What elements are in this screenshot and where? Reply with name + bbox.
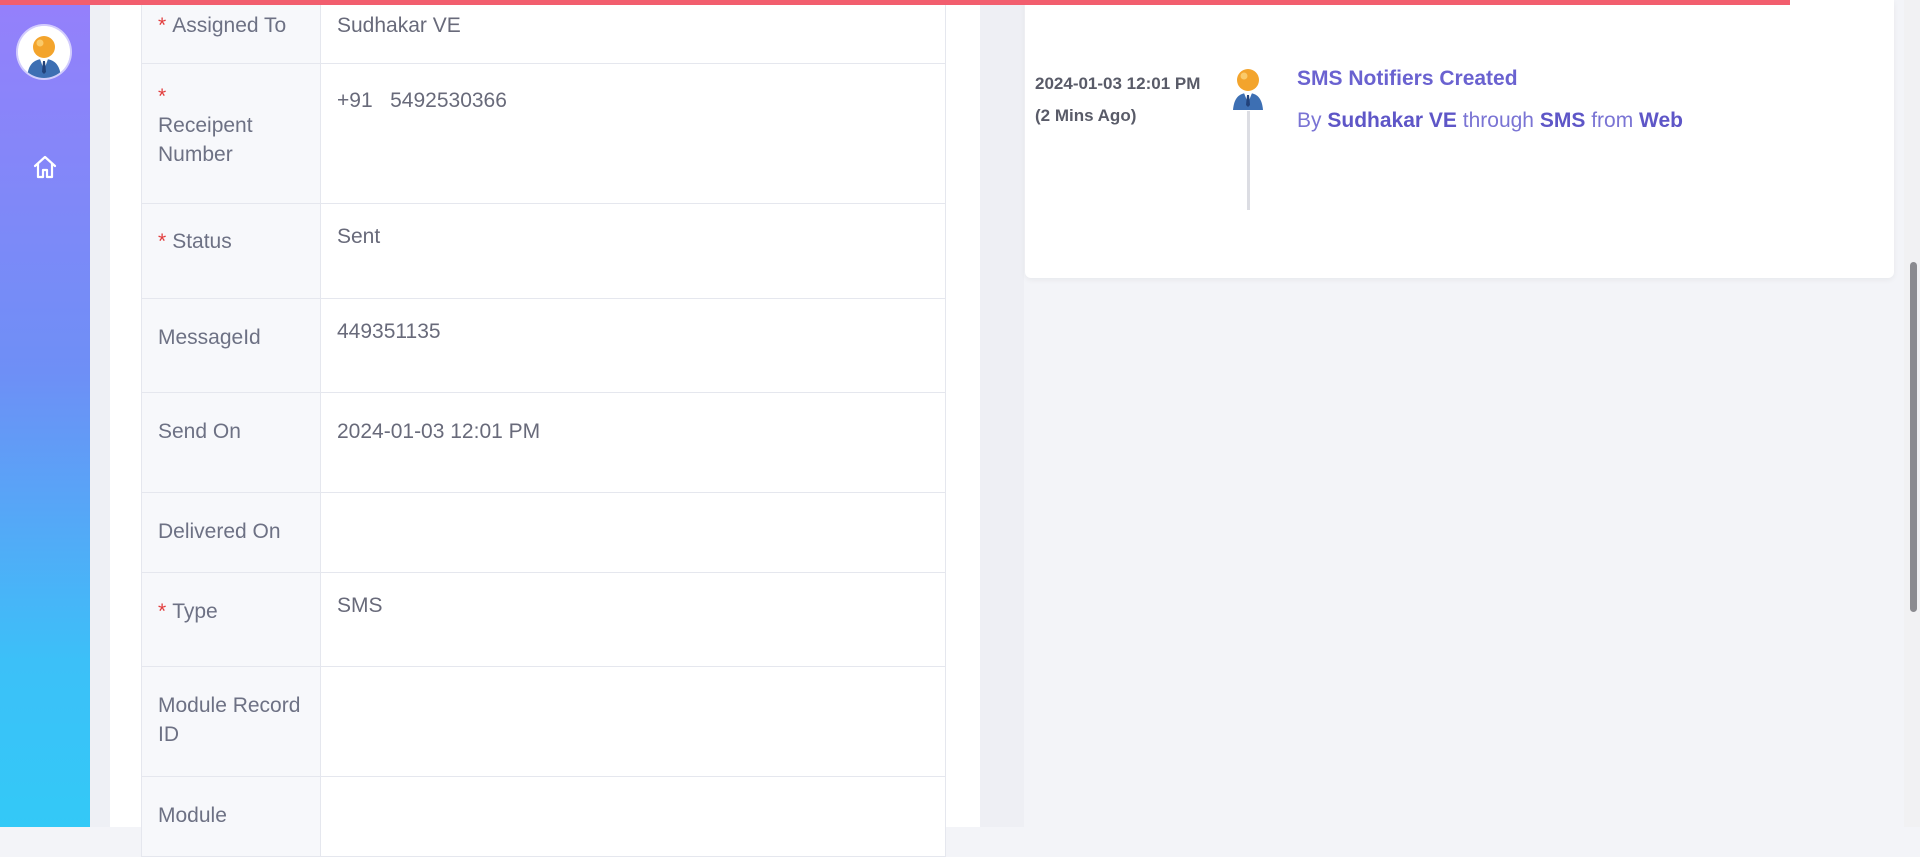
field-row-status: * Status Sent: [141, 203, 946, 299]
content-gutter: [90, 0, 110, 827]
timeline-entry-title[interactable]: SMS Notifiers Created: [1297, 67, 1518, 91]
scrollbar-thumb[interactable]: [1910, 262, 1917, 612]
field-row-type: * Type SMS: [141, 572, 946, 667]
field-row-assigned-to: * Assigned To Sudhakar VE: [141, 0, 946, 64]
field-label: Module Record ID: [158, 694, 301, 746]
details-table: * Assigned To Sudhakar VE * Receipent Numb…: [141, 0, 946, 857]
field-row-module-record-id: Module Record ID: [141, 666, 946, 777]
required-asterisk: *: [158, 230, 167, 253]
field-value: 2024-01-03 12:01 PM: [337, 420, 541, 443]
loading-progress-bar: [0, 0, 1790, 5]
required-asterisk: *: [158, 85, 167, 108]
through-text: through: [1462, 109, 1534, 132]
field-value: Sent: [337, 225, 381, 248]
relative-time: (2 Mins Ago): [1035, 106, 1137, 125]
field-label: Type: [172, 600, 218, 623]
field-row-delivered-on: Delivered On: [141, 492, 946, 573]
field-label: Status: [172, 230, 232, 253]
field-row-module: Module: [141, 776, 946, 857]
field-label: Module: [158, 804, 227, 827]
required-asterisk: *: [158, 600, 167, 623]
by-text: By: [1297, 109, 1322, 132]
from-text: from: [1591, 109, 1634, 132]
timeline-entry-description: By Sudhakar VE through SMS from Web: [1297, 109, 1683, 133]
required-asterisk: *: [158, 14, 167, 37]
field-label: Assigned To: [172, 14, 287, 37]
source-link[interactable]: Web: [1639, 109, 1683, 132]
details-card: * Assigned To Sudhakar VE * Receipent Numb…: [110, 0, 980, 857]
home-icon[interactable]: [31, 153, 59, 181]
person-icon: [18, 26, 70, 78]
channel-link[interactable]: SMS: [1540, 109, 1586, 132]
activity-timeline-card: 2024-01-03 12:01 PM (2 Mins Ago) SMS Not…: [1025, 0, 1894, 278]
field-value: Sudhakar VE: [337, 14, 461, 37]
sidebar: [0, 0, 90, 827]
field-value: SMS: [337, 594, 383, 617]
timeline-entry-time: 2024-01-03 12:01 PM (2 Mins Ago): [1035, 68, 1200, 132]
field-value: +91 5492530366: [337, 89, 507, 112]
timestamp: 2024-01-03 12:01 PM: [1035, 74, 1201, 93]
field-label: MessageId: [158, 326, 261, 349]
user-link[interactable]: Sudhakar VE: [1327, 109, 1457, 132]
user-avatar-icon: [1228, 66, 1268, 110]
field-label: Send On: [158, 420, 241, 443]
column-divider: [980, 0, 1024, 827]
field-value: 449351135: [337, 320, 441, 343]
field-label: Delivered On: [158, 520, 281, 543]
field-row-receipent-number: * Receipent Number +91 5492530366: [141, 63, 946, 204]
timeline-connector: [1247, 111, 1250, 210]
user-avatar[interactable]: [18, 26, 70, 78]
field-row-messageid: MessageId 449351135: [141, 298, 946, 393]
field-row-send-on: Send On 2024-01-03 12:01 PM: [141, 392, 946, 493]
field-label: Receipent Number: [158, 114, 253, 166]
